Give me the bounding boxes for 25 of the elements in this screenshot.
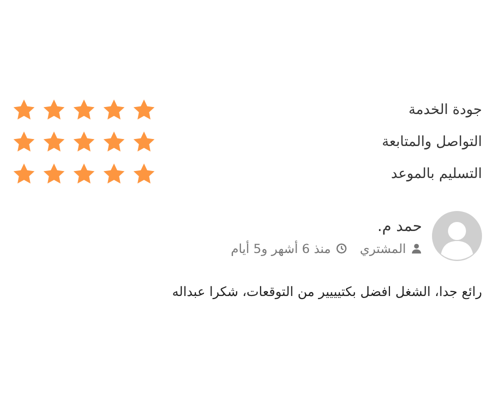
star-icon [72,130,96,154]
star-icon [12,130,36,154]
star-icon [102,162,126,186]
star-icon [132,98,156,122]
rating-label: جودة الخدمة [408,102,482,118]
rating-label: التواصل والمتابعة [382,134,482,150]
star-icon [72,162,96,186]
star-icon [12,162,36,186]
star-icon [42,98,66,122]
review-comment: رائع جدا، الشغل افضل بكتيييير من التوقعات، شكرا عبداله [171,285,482,300]
star-icon [132,162,156,186]
star-icon [42,130,66,154]
star-icon [132,130,156,154]
star-icon [102,98,126,122]
rating-label: التسليم بالموعد [391,166,482,182]
star-icon [12,98,36,122]
star-icon [72,98,96,122]
user-icon [411,242,422,254]
star-icon [102,130,126,154]
review-time: منذ 6 أشهر و5 أيام [230,240,331,256]
star-icon [42,162,66,186]
reviewer-name: حمد م. [376,216,422,234]
reviewer-role: المشتري [360,240,406,256]
avatar-icon [432,211,482,261]
clock-icon [336,242,347,254]
